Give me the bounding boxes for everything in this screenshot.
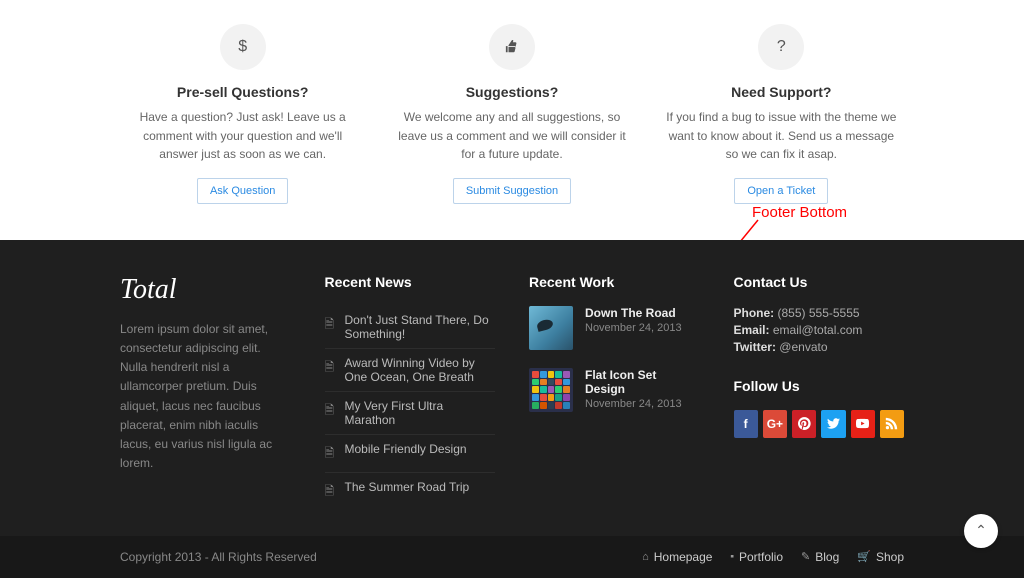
open-ticket-button[interactable]: Open a Ticket: [734, 178, 828, 204]
document-icon: 🗎: [325, 358, 337, 379]
feature-title: Need Support?: [659, 84, 904, 100]
footer-news-column: Recent News 🗎 Don't Just Stand There, Do …: [325, 274, 496, 510]
footer-bottom-bar: Copyright 2013 - All Rights Reserved ⌂Ho…: [0, 536, 1024, 578]
pinterest-icon[interactable]: [792, 410, 816, 438]
document-icon: 🗎: [325, 482, 337, 503]
dollar-icon: $: [220, 24, 266, 70]
nav-portfolio[interactable]: 🞍Portfolio: [730, 550, 783, 564]
about-text: Lorem ipsum dolor sit amet, consectetur …: [120, 320, 291, 474]
feature-suggestions: Suggestions? We welcome any and all sugg…: [389, 24, 634, 204]
pencil-icon: ✎: [801, 550, 810, 563]
bottom-nav: ⌂Homepage 🞍Portfolio ✎Blog 🛒Shop: [642, 550, 904, 564]
document-icon: 🗎: [325, 444, 337, 465]
news-item[interactable]: 🗎 Mobile Friendly Design: [325, 435, 496, 473]
news-link: Don't Just Stand There, Do Something!: [345, 313, 496, 341]
follow-heading: Follow Us: [734, 378, 905, 394]
news-item[interactable]: 🗎 Award Winning Video by One Ocean, One B…: [325, 349, 496, 392]
nav-blog[interactable]: ✎Blog: [801, 550, 839, 564]
news-item[interactable]: 🗎 Don't Just Stand There, Do Something!: [325, 306, 496, 349]
footer-contact-column: Contact Us Phone: (855) 555-5555 Email: …: [734, 274, 905, 510]
scroll-to-top-button[interactable]: ⌃: [964, 514, 998, 548]
social-links: f G+: [734, 410, 905, 438]
feature-support: ? Need Support? If you find a bug to iss…: [659, 24, 904, 204]
news-item[interactable]: 🗎 The Summer Road Trip: [325, 473, 496, 510]
work-title: Flat Icon Set Design: [585, 368, 700, 396]
news-heading: Recent News: [325, 274, 496, 290]
feature-text: We welcome any and all suggestions, so l…: [389, 108, 634, 164]
news-list: 🗎 Don't Just Stand There, Do Something! 🗎…: [325, 306, 496, 510]
features-row: $ Pre-sell Questions? Have a question? J…: [0, 0, 1024, 240]
chevron-up-icon: ⌃: [975, 522, 987, 539]
home-icon: ⌂: [642, 551, 649, 563]
document-icon: 🗎: [325, 315, 337, 336]
feature-title: Suggestions?: [389, 84, 634, 100]
feature-text: If you find a bug to issue with the them…: [659, 108, 904, 164]
contact-phone: Phone: (855) 555-5555: [734, 306, 905, 320]
nav-homepage[interactable]: ⌂Homepage: [642, 550, 712, 564]
work-thumbnail-icon: [529, 306, 573, 350]
work-date: November 24, 2013: [585, 398, 700, 410]
twitter-icon[interactable]: [821, 410, 845, 438]
news-link: Award Winning Video by One Ocean, One Br…: [345, 356, 496, 384]
brand-logo: Total: [120, 274, 291, 306]
facebook-icon[interactable]: f: [734, 410, 758, 438]
news-item[interactable]: 🗎 My Very First Ultra Marathon: [325, 392, 496, 435]
work-date: November 24, 2013: [585, 322, 682, 334]
work-item[interactable]: Flat Icon Set Design November 24, 2013: [529, 368, 700, 412]
work-heading: Recent Work: [529, 274, 700, 290]
news-link: Mobile Friendly Design: [345, 442, 467, 456]
contact-email: Email: email@total.com: [734, 323, 905, 337]
work-item[interactable]: Down The Road November 24, 2013: [529, 306, 700, 350]
thumbs-up-icon: [489, 24, 535, 70]
news-link: My Very First Ultra Marathon: [345, 399, 496, 427]
question-icon: ?: [758, 24, 804, 70]
footer-work-column: Recent Work Down The Road November 24, 2…: [529, 274, 700, 510]
footer: Total Lorem ipsum dolor sit amet, consec…: [0, 240, 1024, 578]
contact-heading: Contact Us: [734, 274, 905, 290]
ask-question-button[interactable]: Ask Question: [197, 178, 288, 204]
work-title: Down The Road: [585, 306, 682, 320]
news-link: The Summer Road Trip: [345, 480, 470, 494]
google-plus-icon[interactable]: G+: [763, 410, 787, 438]
work-thumbnail-icon: [529, 368, 573, 412]
footer-about-column: Total Lorem ipsum dolor sit amet, consec…: [120, 274, 291, 510]
feature-text: Have a question? Just ask! Leave us a co…: [120, 108, 365, 164]
nav-shop[interactable]: 🛒Shop: [857, 550, 904, 564]
feature-presell: $ Pre-sell Questions? Have a question? J…: [120, 24, 365, 204]
feature-title: Pre-sell Questions?: [120, 84, 365, 100]
rss-icon[interactable]: [880, 410, 904, 438]
cart-icon: 🛒: [857, 550, 871, 563]
youtube-icon[interactable]: [851, 410, 875, 438]
contact-twitter: Twitter: @envato: [734, 340, 905, 354]
submit-suggestion-button[interactable]: Submit Suggestion: [453, 178, 571, 204]
briefcase-icon: 🞍: [730, 550, 734, 563]
copyright-text: Copyright 2013 - All Rights Reserved: [120, 550, 317, 564]
document-icon: 🗎: [325, 401, 337, 422]
annotation-label: Footer Bottom: [752, 204, 847, 221]
